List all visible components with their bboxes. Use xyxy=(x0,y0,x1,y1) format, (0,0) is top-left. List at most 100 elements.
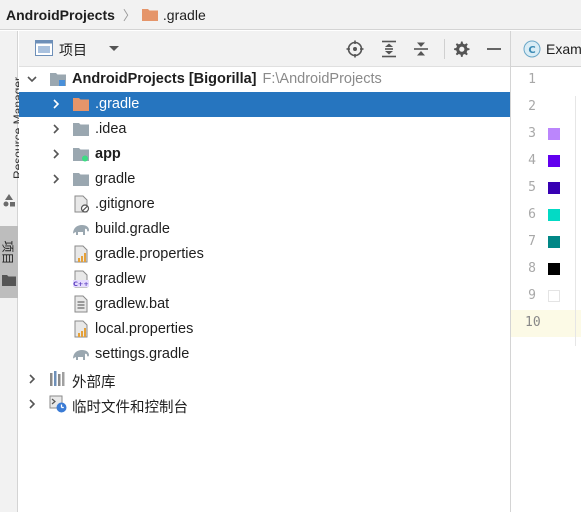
project-name: AndroidProjects xyxy=(72,71,185,87)
project-toolbar: 项目 xyxy=(19,31,510,67)
scratches-icon xyxy=(49,395,67,413)
properties-file-icon xyxy=(74,245,88,263)
color-swatch-icon[interactable] xyxy=(548,128,560,140)
tree-item-gitignore[interactable]: .gitignore xyxy=(19,192,510,217)
tree-item-idea[interactable]: .idea xyxy=(19,117,510,142)
orange-folder-icon xyxy=(73,98,89,111)
line-number-text: 8 xyxy=(528,261,536,276)
resource-manager-tab[interactable]: Resource Manager xyxy=(0,71,25,191)
chevron-right-icon[interactable] xyxy=(50,173,62,185)
tree-item-local-properties[interactable]: local.properties xyxy=(19,317,510,342)
project-path: F:\AndroidProjects xyxy=(262,71,382,87)
breadcrumb-current[interactable]: .gradle xyxy=(163,7,206,23)
minimize-icon[interactable] xyxy=(485,40,503,58)
tree-item-scratches[interactable]: 临时文件和控制台 xyxy=(19,392,510,417)
folder-icon xyxy=(2,275,16,286)
left-tool-strip: Resource Manager 项目 xyxy=(0,31,25,512)
color-swatch-icon[interactable] xyxy=(548,155,560,167)
text-file-icon xyxy=(74,295,88,313)
project-tab[interactable]: 项目 xyxy=(0,226,18,298)
tree-item-settings-gradle[interactable]: settings.gradle xyxy=(19,342,510,367)
properties-file-icon xyxy=(74,320,88,338)
line-number-text: 10 xyxy=(525,315,541,330)
fold-guide xyxy=(575,96,576,346)
cpp-file-icon: C++ xyxy=(73,270,89,288)
tree-item-label: 外部库 xyxy=(72,375,116,391)
svg-text:C++: C++ xyxy=(73,280,89,288)
module-name: [Bigorilla] xyxy=(188,71,257,87)
kotlin-class-icon: C xyxy=(523,40,541,58)
line-number: 2 xyxy=(511,94,581,121)
line-number: 4 xyxy=(511,148,581,175)
collapse-all-icon[interactable] xyxy=(412,40,430,58)
view-selector-label[interactable]: 项目 xyxy=(59,40,87,60)
color-swatch-icon[interactable] xyxy=(548,236,560,248)
color-swatch-icon[interactable] xyxy=(548,182,560,194)
editor-tab-label[interactable]: Exam xyxy=(546,41,581,57)
gear-icon[interactable] xyxy=(452,40,470,58)
tree-item-gradle[interactable]: gradle xyxy=(19,167,510,192)
editor-gutter: 1 2 3 4 5 6 7 8 9 10 xyxy=(511,67,581,512)
line-number-text: 3 xyxy=(528,126,536,141)
tree-item-gradlew-bat[interactable]: gradlew.bat xyxy=(19,292,510,317)
tree-item-app[interactable]: app xyxy=(19,142,510,167)
line-number: 5 xyxy=(511,175,581,202)
project-folder-icon xyxy=(50,73,66,86)
tree-item-label: .gitignore xyxy=(95,196,155,212)
locate-icon[interactable] xyxy=(346,40,364,58)
chevron-down-icon[interactable] xyxy=(26,73,38,85)
tree-item-label: 临时文件和控制台 xyxy=(72,400,188,416)
editor-tab-bar: C Exam xyxy=(511,31,581,67)
tree-item-external-libraries[interactable]: 外部库 xyxy=(19,367,510,392)
tree-item-gradle-properties[interactable]: gradle.properties xyxy=(19,242,510,267)
tree-item-label: app xyxy=(95,146,121,162)
project-tree: AndroidProjects [Bigorilla] F:\AndroidPro… xyxy=(19,67,510,512)
line-number: 6 xyxy=(511,202,581,229)
expand-all-icon[interactable] xyxy=(380,40,398,58)
color-swatch-icon[interactable] xyxy=(548,290,560,302)
line-number-current: 10 xyxy=(511,310,581,337)
line-number-text: 7 xyxy=(528,234,536,249)
project-view-icon xyxy=(35,40,53,56)
line-number-text: 4 xyxy=(528,153,536,168)
project-tab-label: 项目 xyxy=(0,240,15,265)
tree-root-row[interactable]: AndroidProjects [Bigorilla] F:\AndroidPro… xyxy=(19,67,510,92)
line-number-text: 6 xyxy=(528,207,536,222)
tree-item-label: gradle xyxy=(95,171,136,187)
module-folder-icon xyxy=(73,148,89,162)
line-number-text: 9 xyxy=(528,288,536,303)
chevron-right-icon[interactable] xyxy=(26,398,38,410)
breadcrumb-separator-icon: 〉 xyxy=(122,8,136,23)
tree-item-label: build.gradle xyxy=(95,221,170,237)
line-number-text: 2 xyxy=(528,99,536,114)
color-swatch-icon[interactable] xyxy=(548,263,560,275)
folder-icon xyxy=(73,173,89,186)
library-icon xyxy=(50,371,65,386)
chevron-right-icon[interactable] xyxy=(26,373,38,385)
breadcrumb-root[interactable]: AndroidProjects xyxy=(6,7,115,23)
line-number-text: 5 xyxy=(528,180,536,195)
folder-icon xyxy=(73,123,89,136)
chevron-right-icon[interactable] xyxy=(50,98,62,110)
gradle-elephant-icon xyxy=(73,350,89,360)
line-number: 9 xyxy=(511,283,581,310)
chevron-right-icon[interactable] xyxy=(50,148,62,160)
orange-folder-icon xyxy=(141,9,158,21)
chevron-right-icon[interactable] xyxy=(50,123,62,135)
toolbar-separator xyxy=(444,39,445,59)
ignored-file-icon xyxy=(74,195,90,213)
line-number: 1 xyxy=(511,67,581,94)
color-swatch-icon[interactable] xyxy=(548,209,560,221)
line-number: 7 xyxy=(511,229,581,256)
breadcrumb: AndroidProjects 〉 .gradle xyxy=(0,0,581,30)
tree-item-build-gradle[interactable]: build.gradle xyxy=(19,217,510,242)
tree-item-gradlew[interactable]: C++ gradlew xyxy=(19,267,510,292)
tree-item-label: settings.gradle xyxy=(95,346,190,362)
chevron-down-icon[interactable] xyxy=(107,41,121,55)
tree-item-label: gradlew xyxy=(95,271,146,287)
gradle-elephant-icon xyxy=(73,225,89,235)
svg-text:C: C xyxy=(528,45,535,56)
tree-item-gradle-dir[interactable]: .gradle xyxy=(19,92,510,117)
tree-item-label: .idea xyxy=(95,121,127,137)
resource-manager-icon xyxy=(3,194,15,207)
